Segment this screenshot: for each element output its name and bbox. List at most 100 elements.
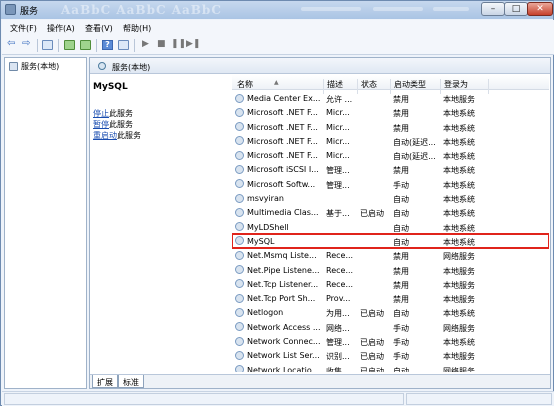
service-log-on-as: 本地系统 <box>443 123 475 133</box>
service-name: Microsoft .NET F... <box>247 136 318 146</box>
pause-service-link[interactable]: 暂停 <box>93 120 109 129</box>
service-log-on-as: 本地服务 <box>443 352 475 362</box>
background-faded-title: AaBbC AaBbC AaBbC <box>61 3 222 17</box>
service-log-on-as: 本地系统 <box>443 237 475 247</box>
service-gear-icon <box>235 164 244 174</box>
toolbar-separator <box>37 39 38 52</box>
service-startup-type: 自动 <box>393 309 409 319</box>
tree-item-services-local[interactable]: 服务(本地) <box>21 61 59 72</box>
service-row[interactable]: Net.Tcp Listener... Rece... 禁用 本地服务 <box>232 277 549 291</box>
menu-file[interactable]: 文件(F) <box>10 23 37 34</box>
stop-service-icon[interactable]: ■ <box>157 39 168 49</box>
service-row[interactable]: Network Locatio... 收集... 已启动 自动 网络服务 <box>232 363 549 372</box>
service-startup-type: 禁用 <box>393 95 409 104</box>
service-startup-type: 禁用 <box>393 266 409 276</box>
console-tree: 服务(本地) <box>4 57 87 389</box>
service-row[interactable]: Microsoft .NET F... Micr... 自动(延迟... 本地系统 <box>232 148 549 162</box>
menu-view[interactable]: 查看(V) <box>85 23 113 34</box>
service-status: 已启动 <box>360 338 384 348</box>
service-name: Network Connec... <box>247 337 321 347</box>
view-tabs: 扩展 标准 <box>90 374 550 388</box>
service-startup-type: 禁用 <box>393 109 409 119</box>
service-log-on-as: 本地系统 <box>443 195 475 205</box>
help-icon[interactable]: ? <box>102 40 113 50</box>
close-button[interactable]: ✕ <box>527 2 553 16</box>
service-startup-type: 禁用 <box>393 166 409 176</box>
back-icon[interactable]: ⇦ <box>7 39 18 49</box>
service-row[interactable]: Microsoft .NET F... Micr... 自动(延迟... 本地系统 <box>232 134 549 148</box>
column-name[interactable]: 名称 <box>237 79 253 90</box>
service-row[interactable]: Network List Ser... 识别... 已启动 手动 本地服务 <box>232 348 549 362</box>
service-name: Microsoft Softw... <box>247 179 316 189</box>
service-row[interactable]: Microsoft .NET F... Micr... 禁用 本地系统 <box>232 120 549 134</box>
service-status: 已启动 <box>360 352 384 362</box>
service-status: 已启动 <box>360 366 384 372</box>
forward-icon[interactable]: ⇨ <box>22 39 33 49</box>
background-blur <box>373 7 423 11</box>
console-tree-icon[interactable] <box>42 40 53 50</box>
stop-service-line: 停止此服务 <box>93 108 133 119</box>
service-log-on-as: 本地系统 <box>443 152 475 162</box>
restart-service-icon[interactable]: ▶❚ <box>186 39 200 49</box>
column-startup-type[interactable]: 启动类型 <box>394 79 426 90</box>
toolbar-separator <box>96 39 97 52</box>
start-service-icon[interactable]: ▶ <box>142 39 153 49</box>
service-row[interactable]: Net.Msmq Liste... Rece... 禁用 网络服务 <box>232 248 549 262</box>
service-row[interactable]: Net.Pipe Listene... Rece... 禁用 本地服务 <box>232 263 549 277</box>
service-description: Prov... <box>326 294 351 304</box>
service-gear-icon <box>235 279 244 289</box>
service-name: Multimedia Clas... <box>247 208 319 218</box>
service-log-on-as: 网络服务 <box>443 366 475 372</box>
menu-help[interactable]: 帮助(H) <box>123 23 151 34</box>
export-list-icon[interactable] <box>80 40 91 50</box>
service-status: 已启动 <box>360 309 384 319</box>
service-row[interactable]: Netlogon 为用... 已启动 自动 本地系统 <box>232 305 549 319</box>
menu-action[interactable]: 操作(A) <box>47 23 75 34</box>
service-row[interactable]: Multimedia Clas... 基于... 已启动 自动 本地系统 <box>232 205 549 219</box>
service-row[interactable]: Microsoft iSCSI I... 管理... 禁用 本地系统 <box>232 162 549 176</box>
service-row[interactable]: Network Access ... 网络... 手动 网络服务 <box>232 320 549 334</box>
service-log-on-as: 本地系统 <box>443 109 475 119</box>
window-title: 服务 <box>20 7 39 17</box>
service-row[interactable]: Microsoft Softw... 管理... 手动 本地系统 <box>232 177 549 191</box>
service-description: 管理... <box>326 166 350 176</box>
service-name: Microsoft .NET F... <box>247 151 318 161</box>
refresh-icon[interactable] <box>64 40 75 50</box>
column-log-on-as[interactable]: 登录为 <box>444 79 468 90</box>
service-row[interactable]: MyLDShell 自动 本地系统 <box>232 220 549 234</box>
service-row[interactable]: Network Connec... 管理... 已启动 手动 本地系统 <box>232 334 549 348</box>
service-startup-type: 禁用 <box>393 123 409 133</box>
service-gear-icon <box>235 336 244 346</box>
service-startup-type: 禁用 <box>393 280 409 290</box>
service-log-on-as: 本地服务 <box>443 95 475 104</box>
minimize-icon: – <box>490 4 496 14</box>
service-row[interactable]: Net.Tcp Port Sh... Prov... 禁用 本地服务 <box>232 291 549 305</box>
service-gear-icon <box>235 293 244 303</box>
service-description: 为用... <box>326 309 350 319</box>
pane-header: 服务(本地) <box>90 58 550 74</box>
restart-service-link[interactable]: 重启动 <box>93 131 117 140</box>
service-startup-type: 自动(延迟... <box>393 137 436 147</box>
background-blur <box>433 7 469 11</box>
minimize-button[interactable]: – <box>481 2 505 16</box>
maximize-button[interactable]: □ <box>504 2 528 16</box>
pane-header-title: 服务(本地) <box>112 63 151 72</box>
service-name: Net.Tcp Listener... <box>247 279 319 289</box>
column-description[interactable]: 描述 <box>327 79 343 90</box>
column-status[interactable]: 状态 <box>361 79 377 90</box>
service-description: 管理... <box>326 180 350 190</box>
service-row[interactable]: MySQL 自动 本地系统 <box>232 232 549 250</box>
properties-icon[interactable] <box>118 40 129 50</box>
service-gear-icon <box>235 265 244 275</box>
stop-service-link[interactable]: 停止 <box>93 109 109 118</box>
service-description: 允许 ... <box>326 95 353 104</box>
tab-standard[interactable]: 标准 <box>118 375 144 388</box>
service-row[interactable]: Media Center Ex... 允许 ... 禁用 本地服务 <box>232 91 549 105</box>
service-rows: Media Center Ex... 允许 ... 禁用 本地服务 Microsoft … <box>232 91 549 372</box>
service-row[interactable]: Microsoft .NET F... Micr... 禁用 本地系统 <box>232 105 549 119</box>
service-row[interactable]: msvyiran 自动 本地系统 <box>232 191 549 205</box>
services-icon <box>9 62 18 71</box>
tab-extended[interactable]: 扩展 <box>92 375 118 388</box>
pause-service-icon[interactable]: ❚❚ <box>171 39 186 49</box>
title-bar[interactable]: 服务 AaBbC AaBbC AaBbC – □ ✕ <box>1 1 553 19</box>
